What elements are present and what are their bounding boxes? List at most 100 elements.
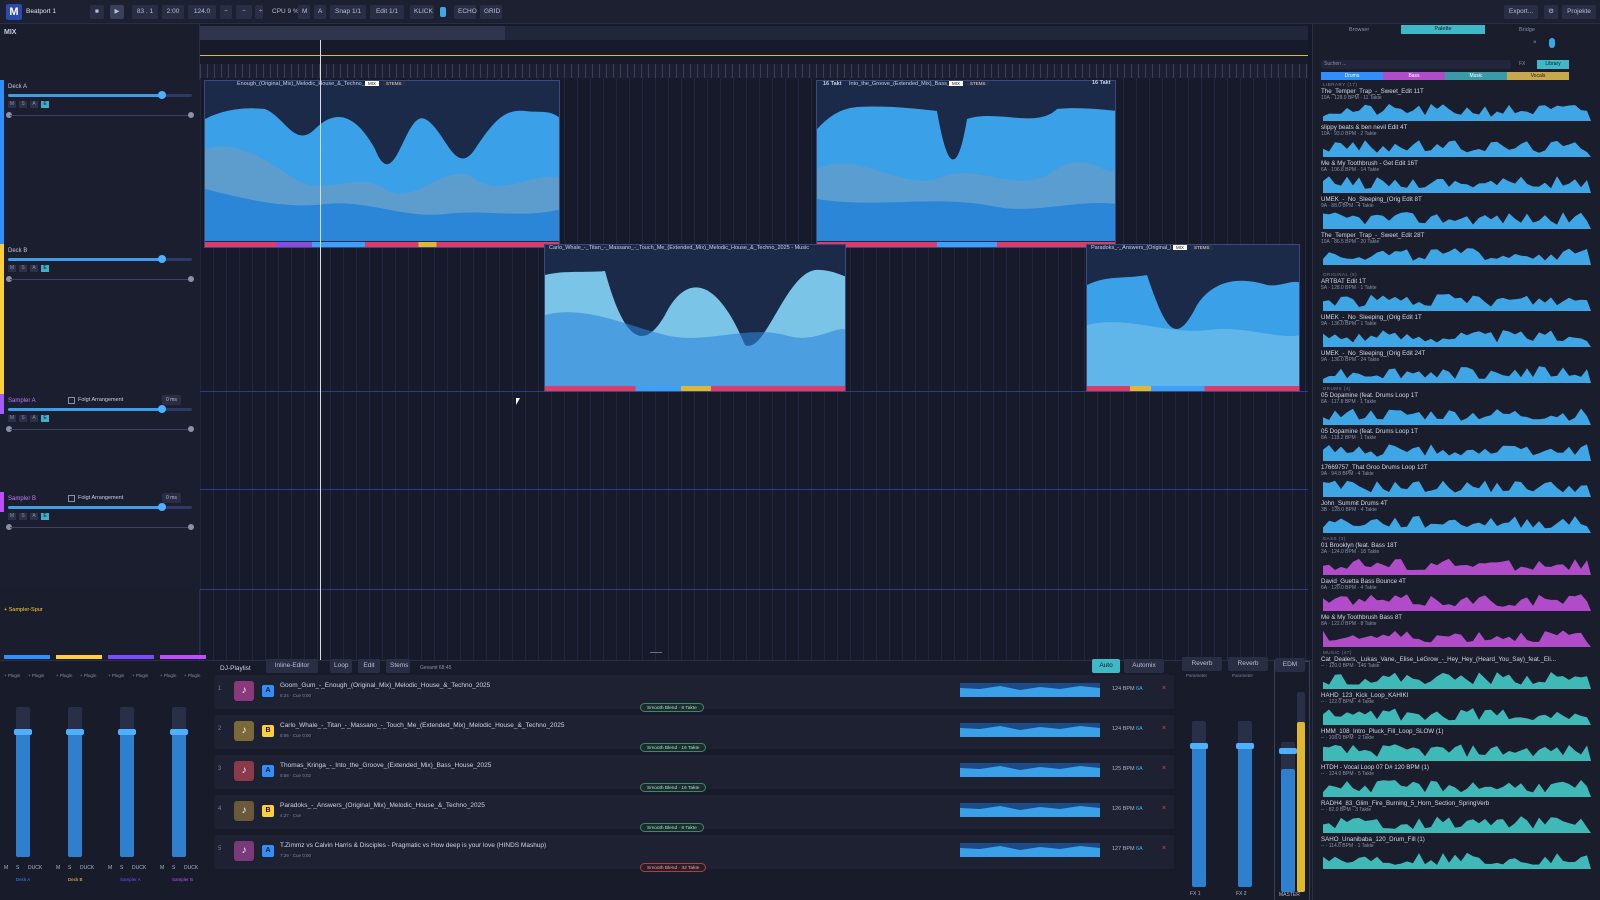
tab-palette[interactable]: Palette — [1401, 25, 1485, 34]
inline-editor-dropdown[interactable]: Inline-Editor — [266, 659, 318, 673]
track-waveform[interactable] — [960, 683, 1100, 697]
track-sampler-b[interactable]: Sampler B Folgt Arrangement 0 ms MSAE — [0, 492, 200, 590]
track-msa-buttons[interactable]: MSAE — [8, 513, 52, 520]
library-item[interactable]: Me & My Toothbrush Bass 8T 8A · 122.0 BPM… — [1321, 614, 1595, 650]
library-item[interactable]: UMEK_-_No_Sleeping_(Orig Edit 1T 9A · 136… — [1321, 314, 1595, 350]
library-item[interactable]: UMEK_-_No_Sleeping_(Orig Edit 24T 9A · 13… — [1321, 350, 1595, 386]
add-sampler-track-button[interactable]: + Sampler-Spur — [4, 607, 43, 613]
library-item[interactable]: 01 Brooklyn (feat. Bass 18T 3A · 124.0 BP… — [1321, 542, 1595, 578]
plugin-slot-1[interactable]: + Plugin — [56, 673, 78, 678]
overview-scroll-region[interactable] — [200, 26, 505, 40]
stems-button[interactable]: Stems — [386, 659, 410, 673]
library-button[interactable]: Library — [1537, 60, 1569, 69]
cat-vocals[interactable]: Vocals — [1507, 72, 1569, 80]
library-item[interactable]: SAHO_Unanibaba_120_Drum_Fill (1) -- · 114… — [1321, 836, 1595, 872]
channel-fader[interactable] — [170, 707, 188, 857]
automix-button[interactable]: Automix — [1124, 659, 1164, 673]
track-deck-a[interactable]: Deck A MSAE — [0, 80, 200, 244]
library-item[interactable]: HTDH - Vocal Loop 07 D# 120 BPM (1) -- · … — [1321, 764, 1595, 800]
library-item[interactable]: 17669757_That Groo Drums Loop 12T 9A · 94… — [1321, 464, 1595, 500]
clip-stems-tag[interactable]: STEMS — [967, 81, 989, 86]
duck-button[interactable]: DUCK — [80, 865, 94, 871]
fx1-fader[interactable] — [1190, 721, 1208, 887]
blend-chip[interactable]: Smooth Blend · 32 Takte — [640, 863, 707, 872]
duck-button[interactable]: DUCK — [184, 865, 198, 871]
track-volume-slider[interactable] — [8, 503, 192, 511]
position-counter[interactable]: 83 . 1 — [132, 5, 158, 19]
library-item[interactable]: John_Summit Drums 4T 3B · 128.0 BPM · 4 T… — [1321, 500, 1595, 536]
solo-button[interactable]: S — [16, 865, 19, 871]
projects-button[interactable]: Projekte — [1562, 5, 1596, 19]
blend-chip[interactable]: Smooth Blend · 16 Takte — [640, 743, 707, 752]
mute-button[interactable]: M — [56, 865, 60, 871]
solo-button[interactable]: S — [68, 865, 71, 871]
track-volume-slider[interactable] — [8, 405, 192, 413]
mute-button[interactable]: M — [4, 865, 8, 871]
loop-button[interactable]: Loop — [330, 659, 352, 673]
latency-dropdown[interactable]: 0 ms — [162, 493, 181, 503]
plugin-slot-1[interactable]: + Plugin — [108, 673, 130, 678]
tab-bridge[interactable]: Bridge — [1519, 27, 1535, 33]
library-item[interactable]: 05 Dopamine (feat. Drums Loop 1T 8A · 117… — [1321, 392, 1595, 428]
play-button[interactable]: ▶ — [110, 5, 124, 19]
arrangement-view[interactable]: Enough_(Original_Mix)_Melodic_House_&_Te… — [200, 24, 1308, 660]
tempo-stepper[interactable]: ÷ — [255, 5, 263, 19]
latency-dropdown[interactable]: 0 ms — [162, 395, 181, 405]
clip-enough[interactable]: Enough_(Original_Mix)_Melodic_House_&_Te… — [204, 80, 560, 248]
library-item[interactable]: The_Temper_Trap_-_Sweet_Edit 11T 10A · 12… — [1321, 88, 1595, 124]
settings-gear-icon[interactable]: ⚙ — [1544, 5, 1558, 19]
follow-arrangement-checkbox[interactable] — [68, 397, 75, 404]
library-item[interactable]: Cat_Dealers,_Lukas_Vane,_Elise_LeGrow_-_… — [1321, 656, 1595, 692]
clip-touch-me[interactable]: Carlo_Whale_-_Titan_-_Massano_-_Touch_Me… — [544, 244, 846, 392]
cat-drums[interactable]: Drums — [1321, 72, 1383, 80]
deck-badge[interactable]: B — [262, 725, 274, 737]
fx1-dropdown[interactable]: Reverb — [1182, 657, 1222, 671]
collapse-icon[interactable]: × — [1533, 40, 1537, 46]
fx-button[interactable]: FX — [1519, 61, 1525, 67]
solo-button[interactable]: S — [120, 865, 123, 871]
remove-track-icon[interactable]: × — [1162, 765, 1166, 772]
library-item[interactable]: David_Guetta Bass Bounce 4T 6A · 120.0 BP… — [1321, 578, 1595, 614]
remove-track-icon[interactable]: × — [1162, 805, 1166, 812]
track-sampler-a[interactable]: Sampler A Folgt Arrangement 0 ms MSAE — [0, 394, 200, 492]
follow-arrangement-checkbox[interactable] — [68, 495, 75, 502]
plugin-slot-1[interactable]: + Plugin — [4, 673, 26, 678]
clip-stems-tag[interactable]: STEMS — [1191, 245, 1213, 250]
edit-dropdown[interactable]: Edit 1/1 — [370, 5, 404, 19]
tempo-field[interactable]: 124.0 — [188, 5, 216, 19]
duck-button[interactable]: DUCK — [132, 865, 146, 871]
deck-badge[interactable]: A — [262, 765, 274, 777]
deck-badge[interactable]: A — [262, 845, 274, 857]
mute-button[interactable]: M — [160, 865, 164, 871]
library-item[interactable]: HMM_108_Intro_Pluck_Fill_Loop_SLOW (1) --… — [1321, 728, 1595, 764]
library-item[interactable]: ARTBAT Edit 1T 5A · 128.0 BPM · 1 Takte — [1321, 278, 1595, 314]
track-waveform[interactable] — [960, 803, 1100, 817]
metronome-icon[interactable] — [440, 7, 446, 17]
mute-button[interactable]: M — [108, 865, 112, 871]
track-waveform[interactable] — [960, 723, 1100, 737]
drop-icon[interactable] — [1549, 38, 1555, 48]
blend-chip[interactable]: Smooth Blend · 8 Takte — [640, 703, 704, 712]
edit-button[interactable]: Edit — [358, 659, 380, 673]
timeline-ruler[interactable] — [200, 64, 1308, 78]
clip-into-the-groove[interactable]: 16 Takt Into_the_Groove_(Extended_Mix)_B… — [816, 80, 1116, 248]
cat-bass[interactable]: Bass — [1383, 72, 1445, 80]
tempo-minus-button[interactable]: − — [220, 5, 232, 19]
track-deck-b[interactable]: Deck B MSAE — [0, 244, 200, 394]
blend-chip[interactable]: Smooth Blend · 16 Takte — [640, 783, 707, 792]
clip-mix-tag[interactable]: MIX — [949, 81, 964, 86]
tempo-reset-button[interactable]: − — [236, 5, 252, 19]
channel-fader[interactable] — [118, 707, 136, 857]
channel-fader[interactable] — [14, 707, 32, 857]
channel-fader[interactable] — [66, 707, 84, 857]
plugin-slot-2[interactable]: + Plugin — [184, 673, 206, 678]
library-item[interactable]: The_Temper_Trap_-_Sweet_Edit 28T 10A · 86… — [1321, 232, 1595, 268]
deck-badge[interactable]: A — [262, 685, 274, 697]
track-msa-buttons[interactable]: MSAE — [8, 265, 52, 272]
tab-browser[interactable]: Browser — [1349, 27, 1369, 33]
track-msa-buttons[interactable]: MSAE — [8, 415, 52, 422]
track-volume-slider[interactable] — [8, 255, 192, 263]
plugin-slot-1[interactable]: + Plugin — [160, 673, 182, 678]
library-item[interactable]: UMEK_-_No_Sleeping_(Orig Edit 8T 9A · 88.… — [1321, 196, 1595, 232]
library-item[interactable]: HAHD_123_Kick_Loop_KAHIKI -- · 122.0 BPM … — [1321, 692, 1595, 728]
